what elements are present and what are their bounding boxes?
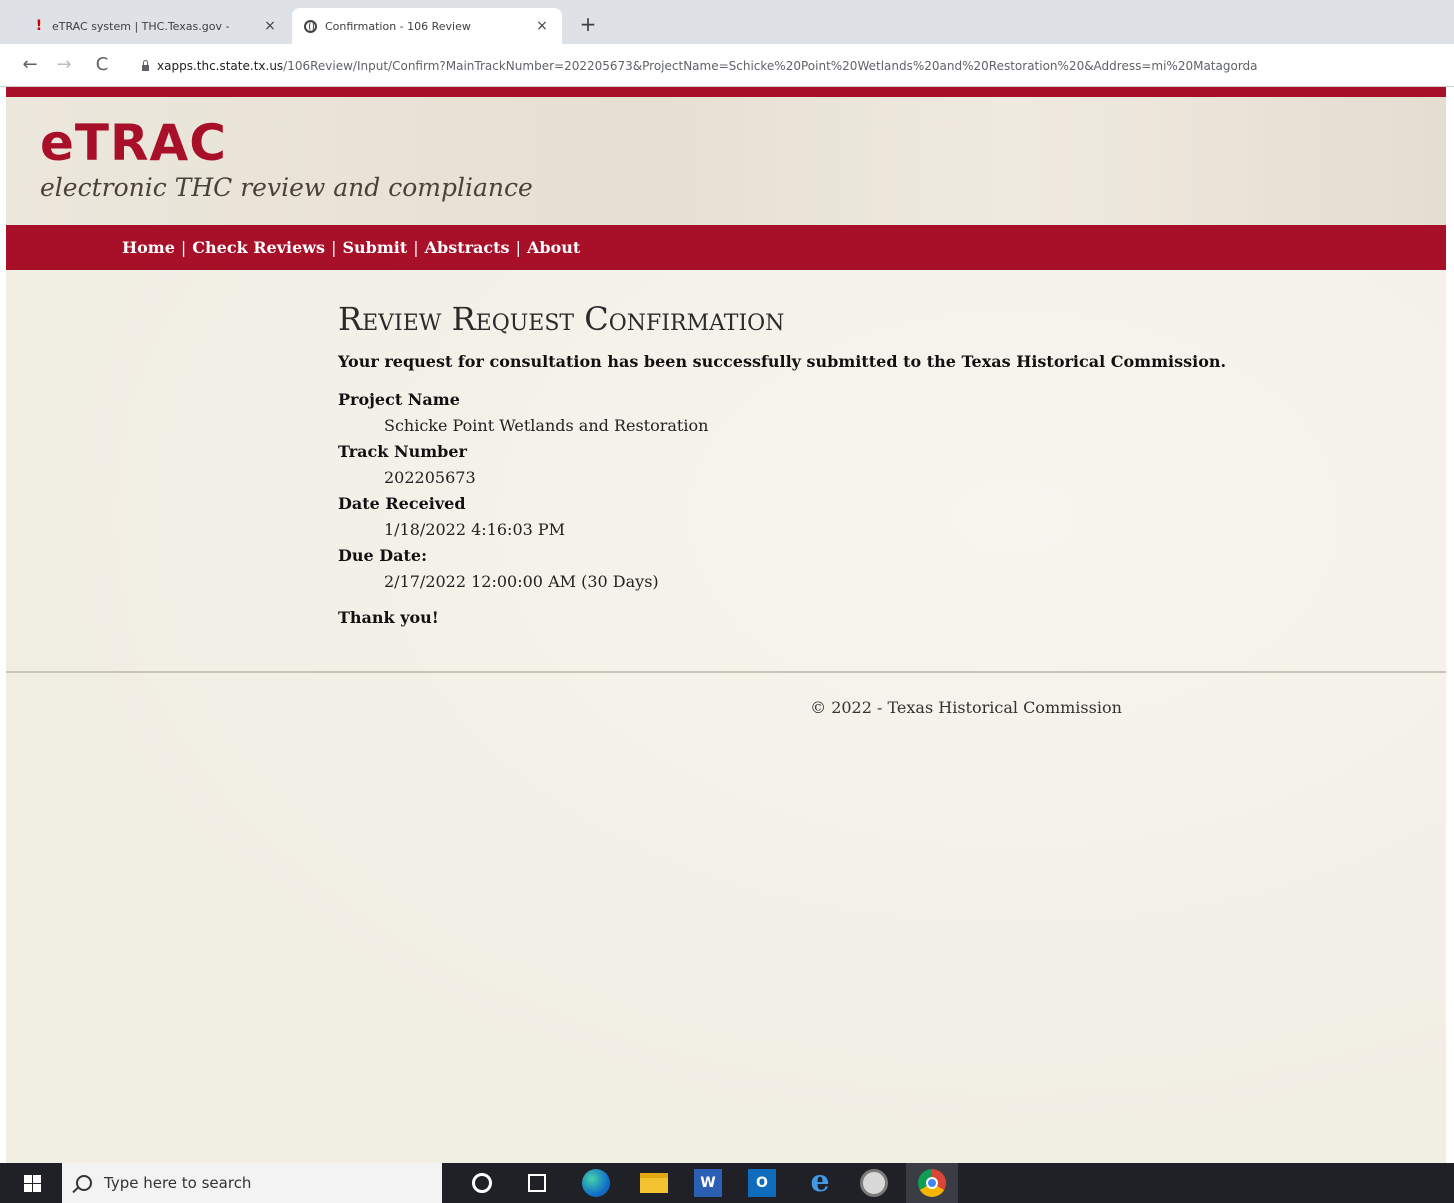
due-date-value: 2/17/2022 12:00:00 AM (30 Days) — [384, 572, 659, 591]
site-tagline: electronic THC review and compliance — [40, 173, 533, 202]
app-icon[interactable] — [860, 1169, 888, 1197]
nav-home[interactable]: Home — [122, 238, 175, 257]
edge-icon[interactable] — [582, 1169, 610, 1197]
project-name-value: Schicke Point Wetlands and Restoration — [384, 416, 709, 435]
browser-tab-confirmation[interactable]: Confirmation - 106 Review × — [292, 8, 562, 44]
track-number-label: Track Number — [338, 442, 467, 461]
close-tab-icon[interactable]: × — [534, 18, 550, 34]
outlook-icon[interactable]: O — [748, 1169, 776, 1197]
reload-button[interactable]: C — [90, 53, 114, 77]
success-message: Your request for consultation has been s… — [338, 352, 1227, 371]
page-title: Review Request Confirmation — [338, 300, 785, 338]
url-host: xapps.thc.state.tx.us — [157, 59, 284, 73]
browser-tab-etrac-system[interactable]: ! eTRAC system | THC.Texas.gov - × — [22, 8, 290, 44]
nav-submit[interactable]: Submit — [342, 238, 407, 257]
warning-icon: ! — [35, 18, 43, 34]
search-icon — [76, 1175, 92, 1191]
new-tab-button[interactable]: + — [576, 12, 600, 36]
back-button[interactable]: ← — [18, 53, 42, 77]
main-nav: Home | Check Reviews | Submit | Abstract… — [6, 225, 1446, 270]
chrome-icon[interactable] — [918, 1169, 946, 1197]
page-viewport: eTRAC electronic THC review and complian… — [6, 87, 1446, 1163]
site-logo[interactable]: eTRAC — [40, 115, 227, 171]
thank-you-message: Thank you! — [338, 608, 439, 627]
browser-tab-strip: ! eTRAC system | THC.Texas.gov - × Confi… — [0, 0, 1454, 44]
footer-copyright: © 2022 - Texas Historical Commission — [810, 698, 1122, 717]
confirmation-details: Project Name Schicke Point Wetlands and … — [338, 387, 1338, 595]
track-number-value: 202205673 — [384, 468, 476, 487]
nav-check-reviews[interactable]: Check Reviews — [192, 238, 325, 257]
nav-about[interactable]: About — [527, 238, 580, 257]
nav-abstracts[interactable]: Abstracts — [425, 238, 510, 257]
windows-taskbar: Type here to search W O e — [0, 1163, 1454, 1203]
due-date-label: Due Date: — [338, 546, 427, 565]
url-path: /106Review/Input/Confirm?MainTrackNumber… — [283, 59, 1258, 73]
nav-separator: | — [331, 238, 337, 257]
nav-separator: | — [413, 238, 419, 257]
taskbar-search-box[interactable]: Type here to search — [62, 1163, 442, 1203]
tab-title: eTRAC system | THC.Texas.gov - — [52, 19, 230, 33]
search-placeholder: Type here to search — [104, 1174, 252, 1192]
tab-title: Confirmation - 106 Review — [325, 19, 471, 33]
header-top-stripe — [6, 87, 1446, 97]
address-bar[interactable]: xapps.thc.state.tx.us/106Review/Input/Co… — [132, 53, 1454, 79]
confirmation-content: Review Request Confirmation Your request… — [338, 299, 1338, 631]
lock-icon — [142, 60, 149, 71]
nav-separator: | — [515, 238, 521, 257]
word-icon[interactable]: W — [694, 1169, 722, 1197]
date-received-label: Date Received — [338, 494, 466, 513]
site-header: eTRAC electronic THC review and complian… — [6, 97, 1446, 225]
task-view-icon[interactable] — [528, 1174, 546, 1192]
browser-toolbar: ← → C xapps.thc.state.tx.us/106Review/In… — [0, 44, 1454, 87]
close-tab-icon[interactable]: × — [262, 18, 278, 34]
date-received-value: 1/18/2022 4:16:03 PM — [384, 520, 566, 539]
cortana-icon[interactable] — [472, 1173, 492, 1193]
nav-separator: | — [180, 238, 187, 257]
footer-divider — [6, 671, 1446, 673]
globe-icon — [304, 19, 317, 33]
windows-start-icon[interactable] — [24, 1175, 41, 1192]
internet-explorer-icon[interactable]: e — [806, 1167, 834, 1197]
file-explorer-icon[interactable] — [640, 1173, 668, 1193]
forward-button[interactable]: → — [52, 53, 76, 77]
project-name-label: Project Name — [338, 390, 460, 409]
